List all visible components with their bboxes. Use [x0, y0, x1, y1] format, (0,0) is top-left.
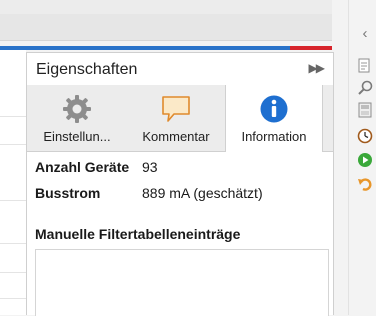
side-toolbar: ‹ — [348, 0, 376, 315]
info-icon — [259, 94, 289, 124]
background-row-divider — [0, 298, 26, 299]
panel-header: Eigenschaften ▶▶ — [27, 53, 333, 86]
background-row-divider — [0, 243, 26, 244]
tab-comment-label: Kommentar — [142, 129, 210, 144]
panel-icon[interactable] — [357, 102, 373, 118]
filter-table-list[interactable] — [35, 249, 329, 316]
speech-bubble-icon — [161, 94, 191, 124]
background-row-divider — [0, 200, 26, 201]
tab-comment[interactable]: Kommentar — [127, 85, 225, 151]
tab-information[interactable]: Information — [225, 85, 323, 152]
background-accent-bar-red — [290, 46, 332, 50]
search-icon[interactable] — [357, 80, 373, 96]
properties-panel: Eigenschaften ▶▶ Einstellun... Kommentar… — [26, 52, 334, 316]
document-icon[interactable] — [357, 58, 373, 74]
background-list — [0, 50, 26, 315]
background-row-divider — [0, 116, 26, 117]
play-icon[interactable] — [357, 152, 373, 168]
clock-icon[interactable] — [357, 128, 373, 144]
tab-bar: Einstellun... Kommentar Information — [27, 85, 333, 152]
background-row-divider — [0, 144, 26, 145]
device-count-label: Anzahl Geräte — [35, 159, 130, 175]
bus-current-label: Busstrom — [35, 185, 101, 201]
background-toolbar-strip — [0, 14, 332, 41]
filter-table-section-title: Manuelle Filtertabelleneinträge — [35, 226, 241, 242]
background-accent-bar — [0, 46, 332, 50]
tab-information-label: Information — [241, 129, 307, 144]
device-count-value: 93 — [142, 159, 158, 175]
collapse-panel-button[interactable]: ▶▶ — [309, 61, 326, 75]
gear-icon — [62, 94, 92, 124]
bus-current-value: 889 mA (geschätzt) — [142, 185, 263, 201]
tab-settings[interactable]: Einstellun... — [27, 85, 127, 151]
tab-settings-label: Einstellun... — [43, 129, 111, 144]
background-row-divider — [0, 272, 26, 273]
chevron-left-icon[interactable]: ‹ — [357, 26, 373, 42]
undo-icon[interactable] — [357, 176, 373, 192]
panel-title: Eigenschaften — [36, 61, 138, 78]
